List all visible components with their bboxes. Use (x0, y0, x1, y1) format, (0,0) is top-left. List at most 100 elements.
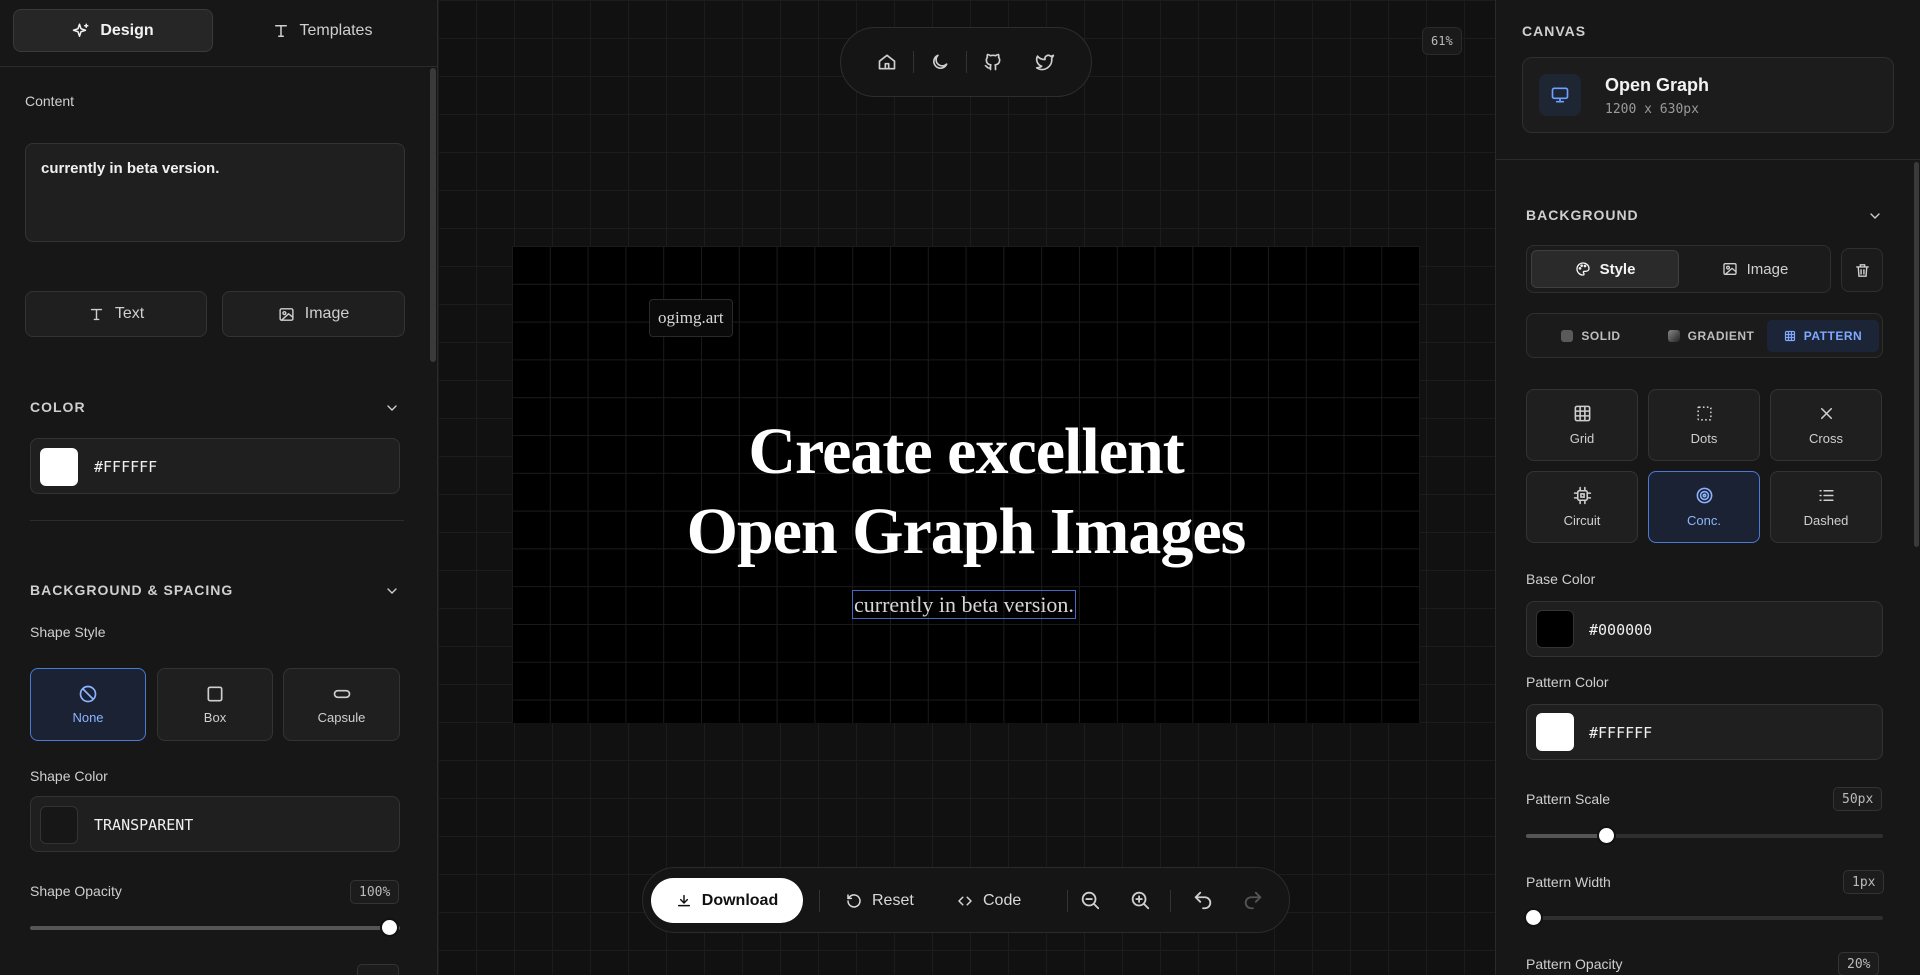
text-color-field[interactable]: #FFFFFF (30, 438, 400, 494)
pattern-concentric[interactable]: Conc. (1648, 471, 1760, 543)
pattern-color-field[interactable]: #FFFFFF (1526, 704, 1883, 760)
text-color-value: #FFFFFF (94, 458, 158, 476)
concentric-icon (1695, 486, 1714, 505)
undo-button[interactable] (1192, 889, 1214, 911)
tab-templates-label: Templates (299, 21, 373, 39)
download-label: Download (701, 891, 779, 909)
pattern-dashed[interactable]: Dashed (1770, 471, 1882, 543)
mode-label: GRADIENT (1687, 329, 1755, 343)
redo-button[interactable] (1242, 889, 1264, 911)
theme-toggle-button[interactable] (914, 39, 966, 85)
github-icon (983, 52, 1003, 72)
slider-thumb[interactable] (1524, 908, 1543, 927)
shape-option-capsule[interactable]: Capsule (283, 668, 400, 741)
pattern-label: Dashed (1803, 513, 1849, 528)
toolbar-separator (1170, 890, 1171, 912)
left-scrollbar[interactable] (430, 68, 436, 362)
tab-image[interactable]: Image (1682, 250, 1828, 288)
tab-design-label: Design (100, 21, 154, 39)
pattern-opacity-label: Pattern Opacity (1526, 956, 1623, 972)
download-button[interactable]: Download (651, 878, 803, 923)
twitter-icon (1035, 52, 1055, 72)
divider (1496, 159, 1920, 160)
right-scrollbar[interactable] (1914, 162, 1919, 547)
canvas-name: Open Graph (1605, 75, 1710, 95)
shape-option-label: Capsule (317, 710, 366, 725)
pattern-label: Cross (1809, 431, 1843, 446)
zoom-out-button[interactable] (1079, 889, 1101, 911)
solid-swatch-icon (1561, 330, 1574, 342)
base-color-field[interactable]: #000000 (1526, 601, 1883, 657)
shape-color-label: Shape Color (30, 768, 108, 784)
mode-solid[interactable]: SOLID (1531, 320, 1651, 352)
add-text-label: Text (114, 305, 145, 322)
sparkles-icon (72, 22, 90, 40)
canvas-area: 61% ogimg.art Create excellent Open Grap… (438, 0, 1495, 975)
dots-icon (1695, 404, 1714, 423)
add-text-button[interactable]: Text (25, 291, 207, 337)
slider-fill (30, 926, 400, 930)
reset-label: Reset (872, 891, 914, 909)
mode-gradient[interactable]: GRADIENT (1653, 320, 1769, 352)
color-swatch[interactable] (40, 806, 78, 844)
background-section-toggle[interactable]: BACKGROUND (1526, 207, 1883, 223)
canvas-size: 1200 x 630px (1605, 102, 1699, 117)
remove-background-button[interactable] (1841, 248, 1883, 292)
undo-icon (1192, 889, 1214, 911)
tab-design[interactable]: Design (13, 9, 213, 52)
reset-icon (845, 892, 863, 910)
code-button[interactable]: Code (956, 878, 1021, 923)
canvas-size-card[interactable]: Open Graph 1200 x 630px (1522, 57, 1894, 133)
og-headline-line-2[interactable]: Open Graph Images (512, 492, 1420, 572)
twitter-button[interactable] (1019, 39, 1071, 85)
color-swatch[interactable] (1536, 610, 1574, 648)
mode-pattern[interactable]: PATTERN (1767, 320, 1879, 352)
color-swatch[interactable] (1536, 713, 1574, 751)
pattern-grid[interactable]: Grid (1526, 389, 1638, 461)
pattern-opacity-value: 20% (1838, 952, 1880, 975)
color-section-toggle[interactable]: COLOR (30, 399, 400, 415)
add-image-button[interactable]: Image (222, 291, 405, 337)
reset-button[interactable]: Reset (845, 878, 914, 923)
og-headline-line-1[interactable]: Create excellent (512, 412, 1420, 492)
slider-thumb[interactable] (380, 918, 399, 937)
tab-style[interactable]: Style (1531, 250, 1679, 288)
shape-color-field[interactable]: TRANSPARENT (30, 796, 400, 852)
palette-icon (1575, 261, 1591, 277)
zoom-level: 61% (1422, 27, 1462, 55)
tab-style-label: Style (1599, 260, 1636, 278)
shape-option-none[interactable]: None (30, 668, 146, 741)
pattern-cross[interactable]: Cross (1770, 389, 1882, 461)
pattern-circuit[interactable]: Circuit (1526, 471, 1638, 543)
github-button[interactable] (967, 39, 1019, 85)
code-label: Code (983, 891, 1022, 909)
shape-opacity-slider[interactable] (30, 918, 400, 937)
og-tagline[interactable]: currently in beta version. (852, 590, 1076, 619)
top-nav (840, 27, 1092, 97)
right-sidebar: CANVAS Open Graph 1200 x 630px BACKGROUN… (1495, 0, 1920, 975)
base-color-label: Base Color (1526, 571, 1596, 587)
content-label: Content (25, 93, 75, 109)
og-image-preview[interactable]: ogimg.art Create excellent Open Graph Im… (512, 246, 1420, 723)
home-button[interactable] (861, 39, 913, 85)
pattern-color-label: Pattern Color (1526, 674, 1609, 690)
tab-templates[interactable]: Templates (222, 9, 422, 52)
download-icon (676, 893, 692, 909)
pattern-dots[interactable]: Dots (1648, 389, 1760, 461)
pattern-width-value: 1px (1843, 870, 1885, 894)
pattern-width-slider[interactable] (1524, 908, 1883, 927)
slider-thumb[interactable] (1597, 826, 1616, 845)
og-logo[interactable]: ogimg.art (649, 299, 733, 337)
left-sidebar: Design Templates Content currently in be… (0, 0, 438, 975)
bg-spacing-section-toggle[interactable]: BACKGROUND & SPACING (30, 582, 400, 598)
shape-color-value: TRANSPARENT (94, 816, 194, 834)
color-heading: COLOR (30, 399, 86, 415)
background-mode-tabs: SOLID GRADIENT PATTERN (1526, 313, 1883, 358)
content-textarea[interactable]: currently in beta version. (25, 143, 405, 242)
bg-spacing-heading: BACKGROUND & SPACING (30, 582, 234, 598)
zoom-in-button[interactable] (1129, 889, 1151, 911)
color-swatch[interactable] (40, 448, 78, 486)
pattern-color-value: #FFFFFF (1589, 724, 1653, 742)
shape-option-box[interactable]: Box (157, 668, 273, 741)
pattern-scale-slider[interactable] (1526, 826, 1883, 845)
